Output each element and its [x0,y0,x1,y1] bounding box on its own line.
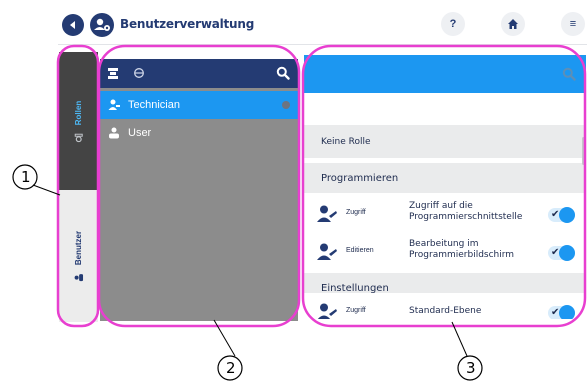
toggle-knob [559,207,575,223]
search-icon[interactable] [276,66,290,80]
permissions-search-bar[interactable] [304,55,586,93]
permission-description: Bearbeitung im Programmierbildschirm [409,239,539,261]
callout-number: 1 [21,168,31,186]
permission-toggle[interactable]: ✔ [548,207,575,223]
roles-panel: Technician User [100,59,298,321]
permission-description-line: Programmierbildschirm [409,250,515,260]
permission-user-icon [317,205,337,222]
permissions-panel: Keine Rolle Programmieren Zugriff Zugrif… [304,55,586,319]
section-title: Einstellungen [321,282,389,294]
permission-description-line: Programmierschnittstelle [409,212,523,222]
filter-icon[interactable] [133,67,145,79]
section-header: Programmieren [304,163,586,193]
no-role-label: Keine Rolle [321,136,371,147]
permission-toggle[interactable]: ✔ [548,305,575,319]
user-management-icon [90,13,114,37]
menu-icon: ≡ [569,18,577,30]
permission-user-icon [317,243,337,260]
toggle-knob [559,305,575,319]
page-title: Benutzerverwaltung [120,17,255,31]
role-item-label: User [128,127,152,139]
section-title: Programmieren [321,172,399,184]
users-icon [74,273,84,281]
tab-roles-label: Rollen [74,100,84,125]
tab-roles[interactable]: Rollen [59,52,98,190]
sort-icon[interactable] [107,67,119,80]
roles-icon [74,133,83,142]
role-item-user[interactable]: User [100,119,298,147]
tab-users[interactable]: Benutzer [59,190,98,322]
leader-line [213,319,236,357]
top-bar: Benutzerverwaltung ? ≡ [58,5,587,45]
callout-number: 3 [466,359,476,377]
permission-user-icon [317,303,337,319]
role-user-icon [109,127,119,139]
home-icon [508,19,518,29]
no-role-row[interactable]: Keine Rolle [304,125,586,158]
permission-kind: Zugriff [346,209,366,216]
side-tabs: Rollen Benutzer [59,52,98,322]
role-technician-icon [108,99,120,110]
home-button[interactable] [501,12,525,36]
roles-toolbar [100,59,298,88]
permission-kind: Zugriff [346,307,366,314]
permission-row: Editieren Bearbeitung im Programmierbild… [304,233,586,271]
role-item-label: Technician [128,99,180,111]
permission-toggle[interactable]: ✔ [548,245,575,261]
help-icon: ? [449,18,457,30]
help-button[interactable]: ? [441,12,465,36]
permission-description-line: Bearbeitung im [409,239,479,249]
role-item-technician[interactable]: Technician [100,91,298,119]
leader-line [451,321,468,357]
role-status-indicator [282,101,290,109]
back-arrow-icon [70,21,75,29]
permission-row: Zugriff Standard-Ebene ✔ [304,293,586,319]
permission-description-line: Zugriff auf die [409,201,473,211]
permission-kind: Editieren [346,247,374,254]
permission-description: Standard-Ebene [409,306,539,317]
menu-button[interactable]: ≡ [561,12,585,36]
tab-users-label: Benutzer [74,230,84,265]
permission-row: Zugriff Zugriff auf die Programmierschni… [304,195,586,233]
scrollbar[interactable] [582,137,585,165]
callout-number: 2 [226,359,236,377]
leader-line [32,184,61,196]
back-button[interactable] [62,14,84,36]
permission-description-line: Standard-Ebene [409,306,482,316]
toggle-knob [559,245,575,261]
search-icon[interactable] [562,67,576,81]
permission-description: Zugriff auf die Programmierschnittstelle [409,201,539,223]
